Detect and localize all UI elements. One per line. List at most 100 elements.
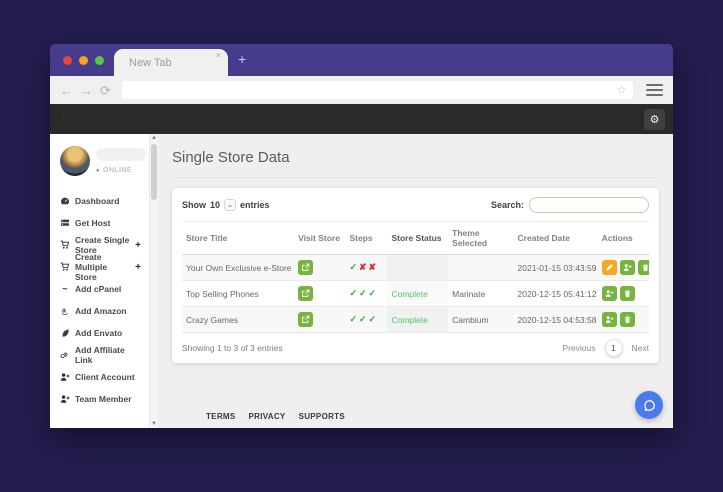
chat-bubble-icon bbox=[643, 399, 655, 411]
step-check-icon: ✓ bbox=[358, 288, 368, 298]
bookmark-star-icon[interactable]: ☆ bbox=[616, 84, 627, 96]
delete-button[interactable] bbox=[637, 260, 649, 275]
online-label: ONLINE bbox=[103, 167, 132, 174]
previous-page-button[interactable]: Previous bbox=[562, 343, 595, 353]
forward-icon[interactable]: → bbox=[80, 84, 93, 97]
theme-cell bbox=[448, 254, 514, 281]
step-cross-icon: ✘ bbox=[368, 262, 378, 272]
cpanel-icon: ~ bbox=[62, 284, 68, 294]
assign-button[interactable] bbox=[601, 312, 617, 327]
user-plus-icon bbox=[60, 394, 70, 404]
edit-button[interactable] bbox=[601, 260, 617, 275]
next-page-button[interactable]: Next bbox=[632, 343, 649, 353]
scroll-up-icon[interactable]: ▲ bbox=[150, 135, 158, 141]
header-store-status[interactable]: Store Status bbox=[387, 221, 449, 255]
address-bar[interactable]: ☆ bbox=[121, 81, 633, 99]
sidebar-item-label: Create Multiple Store bbox=[75, 252, 108, 282]
sidebar-item-label: Add Affiliate Link bbox=[75, 345, 125, 365]
browser-menu-icon[interactable] bbox=[646, 84, 663, 96]
page-size-select[interactable]: ⌄ bbox=[224, 199, 237, 211]
actions-cell bbox=[597, 306, 649, 333]
sidebar-item-add-amazon[interactable]: a Add Amazon bbox=[60, 300, 143, 322]
header-visit-store[interactable]: Visit Store bbox=[294, 221, 346, 255]
back-icon[interactable]: ← bbox=[60, 84, 73, 97]
user-plus-icon bbox=[60, 372, 70, 382]
assign-button[interactable] bbox=[601, 286, 617, 301]
header-actions[interactable]: Actions bbox=[597, 221, 649, 255]
sidebar-item-get-host[interactable]: Get Host bbox=[60, 212, 143, 234]
maximize-window-button[interactable] bbox=[95, 56, 104, 65]
chat-widget-button[interactable] bbox=[635, 391, 663, 419]
store-title-cell: Crazy Games bbox=[182, 306, 295, 333]
sidebar-item-label: Add cPanel bbox=[75, 284, 122, 294]
page-title: Single Store Data bbox=[172, 147, 659, 178]
data-table-card: Show 10 ⌄ entries Search: Store Title Vi… bbox=[172, 188, 659, 363]
dashboard-icon bbox=[60, 196, 70, 206]
header-store-title[interactable]: Store Title bbox=[182, 221, 295, 255]
cart-icon bbox=[60, 240, 70, 250]
new-tab-button[interactable]: + bbox=[238, 51, 246, 67]
terms-link[interactable]: TERMS bbox=[206, 412, 236, 421]
step-cross-icon: ✘ bbox=[358, 262, 368, 272]
sidebar-item-add-affiliate-link[interactable]: Add Affiliate Link bbox=[60, 344, 143, 366]
cart-icon bbox=[60, 262, 70, 272]
search-label: Search: bbox=[490, 200, 524, 210]
reload-icon[interactable]: ⟳ bbox=[100, 84, 111, 97]
visit-store-button[interactable] bbox=[298, 286, 314, 301]
main-content: Single Store Data Show 10 ⌄ entries Sear… bbox=[158, 134, 673, 428]
user-name-placeholder bbox=[96, 148, 146, 161]
actions-cell bbox=[597, 254, 649, 281]
plus-icon[interactable]: + bbox=[135, 262, 143, 273]
step-check-icon: ✓ bbox=[368, 288, 378, 298]
step-check-icon: ✓ bbox=[349, 262, 358, 272]
step-check-icon: ✓ bbox=[358, 314, 368, 324]
visit-store-cell bbox=[294, 254, 346, 281]
store-title-cell: Top Selling Phones bbox=[182, 280, 295, 307]
created-date-cell: 2020-12-15 04:53:58 bbox=[513, 306, 598, 333]
page-size-value: 10 bbox=[210, 200, 221, 210]
assign-button[interactable] bbox=[619, 260, 635, 275]
window-controls bbox=[63, 56, 104, 65]
avatar[interactable] bbox=[60, 146, 90, 176]
privacy-link[interactable]: PRIVACY bbox=[249, 412, 286, 421]
online-dot-icon: ● bbox=[96, 167, 101, 174]
sidebar-item-client-account[interactable]: Client Account bbox=[60, 366, 143, 388]
step-check-icon: ✓ bbox=[349, 314, 358, 324]
close-window-button[interactable] bbox=[63, 56, 72, 65]
search-control: Search: bbox=[491, 197, 649, 213]
search-input[interactable] bbox=[529, 197, 649, 213]
settings-gear-button[interactable]: ⚙ bbox=[644, 109, 665, 130]
browser-tab[interactable]: New Tab × bbox=[114, 49, 228, 76]
visit-store-button[interactable] bbox=[298, 260, 314, 275]
steps-cell: ✓✓✓ bbox=[345, 306, 388, 333]
delete-button[interactable] bbox=[619, 286, 635, 301]
sidebar-item-label: Dashboard bbox=[75, 196, 120, 206]
header-created-date[interactable]: Created Date bbox=[513, 221, 598, 255]
stores-table: Store Title Visit Store Steps Store Stat… bbox=[182, 221, 649, 333]
kebab-menu-icon[interactable]: ⋮ bbox=[58, 112, 68, 123]
sidebar-item-create-multiple-store[interactable]: Create Multiple Store + bbox=[60, 252, 143, 282]
entries-label: entries bbox=[240, 200, 270, 210]
tab-close-icon[interactable]: × bbox=[216, 51, 221, 60]
browser-window: New Tab × + ← → ⟳ ☆ ⋮ ⚙ ● ONLINE Dashboa… bbox=[50, 44, 673, 428]
status-badge: Complete bbox=[391, 288, 428, 299]
supports-link[interactable]: SUPPORTS bbox=[299, 412, 345, 421]
minimize-window-button[interactable] bbox=[79, 56, 88, 65]
sidebar-item-add-envato[interactable]: Add Envato bbox=[60, 322, 143, 344]
sidebar-item-dashboard[interactable]: Dashboard bbox=[60, 190, 143, 212]
entries-info: Showing 1 to 3 of 3 entries bbox=[182, 343, 283, 353]
header-theme-selected[interactable]: Theme Selected bbox=[448, 221, 514, 255]
scrollbar-thumb[interactable] bbox=[151, 144, 157, 200]
table-header-row: Store Title Visit Store Steps Store Stat… bbox=[182, 221, 649, 255]
plus-icon[interactable]: + bbox=[135, 240, 143, 251]
header-steps[interactable]: Steps bbox=[345, 221, 388, 255]
scroll-down-icon[interactable]: ▼ bbox=[150, 421, 158, 427]
delete-button[interactable] bbox=[619, 312, 635, 327]
tab-title: New Tab bbox=[129, 56, 172, 69]
sidebar-item-team-member[interactable]: Team Member bbox=[60, 388, 143, 410]
online-status: ● ONLINE bbox=[96, 167, 146, 174]
chevron-down-icon: ⌄ bbox=[227, 202, 233, 209]
page-1-button[interactable]: 1 bbox=[604, 339, 623, 357]
sidebar-scrollbar[interactable]: ▲ ▼ bbox=[149, 134, 158, 428]
visit-store-button[interactable] bbox=[298, 312, 314, 327]
